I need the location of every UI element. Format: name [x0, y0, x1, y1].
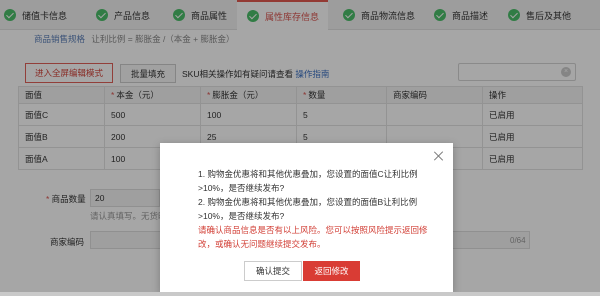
close-icon[interactable]: [434, 151, 444, 161]
risk-line: >10%，是否继续发布?: [198, 211, 285, 221]
confirm-submit-button[interactable]: 确认提交: [244, 261, 302, 281]
warning-line: 改，或确认无问题继续提交发布。: [198, 239, 326, 249]
return-edit-button[interactable]: 返回修改: [303, 261, 360, 281]
risk-line: 1. 购物金优惠将和其他优惠叠加，您设置的面值C让利比例: [198, 169, 418, 179]
risk-confirm-dialog: 1. 购物金优惠将和其他优惠叠加，您设置的面值C让利比例 >10%，是否继续发布…: [160, 143, 453, 293]
warning-line: 请确认商品信息是否有以上风险。您可以按照风险提示返回修: [198, 225, 428, 235]
dialog-message: 1. 购物金优惠将和其他优惠叠加，您设置的面值C让利比例 >10%，是否继续发布…: [198, 167, 430, 251]
risk-line: >10%，是否继续发布?: [198, 183, 285, 193]
horizontal-scrollbar[interactable]: [0, 292, 600, 296]
risk-line: 2. 购物金优惠将和其他优惠叠加，您设置的面值B让利比例: [198, 197, 418, 207]
